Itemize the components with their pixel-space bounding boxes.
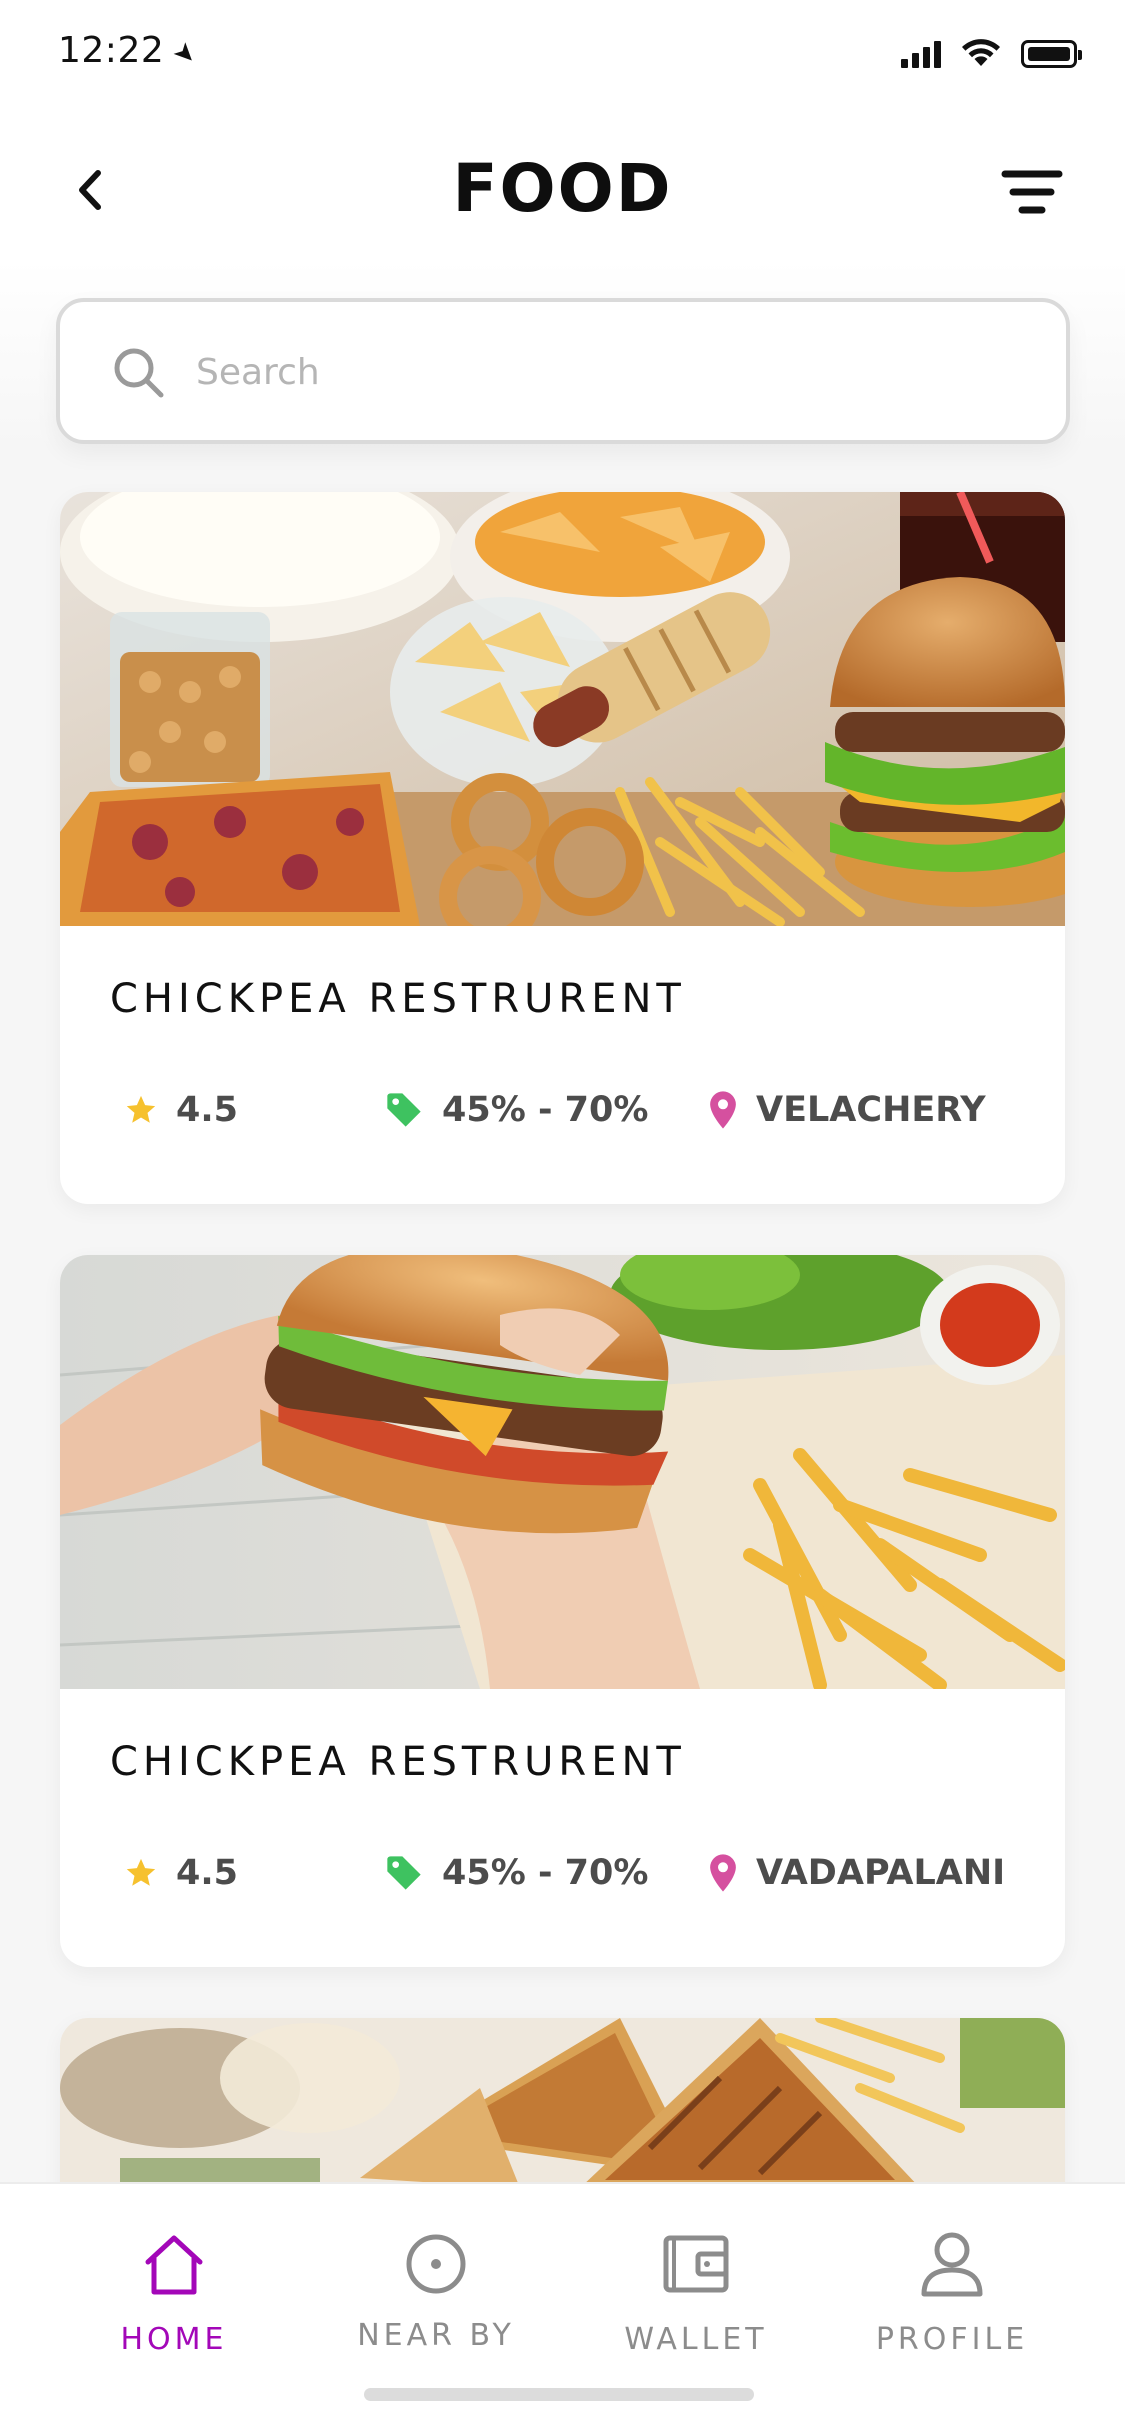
bottom-nav: HOME NEAR BY WALLET PROFILE: [0, 2182, 1125, 2436]
nav-label-profile: PROFILE: [875, 2322, 1029, 2357]
nav-item-profile[interactable]: PROFILE: [842, 2228, 1062, 2378]
nav-item-home[interactable]: HOME: [64, 2228, 284, 2378]
user-icon: [921, 2232, 983, 2297]
restaurant-meta: 4.5 45% - 70% VADAPALANI: [124, 1843, 1024, 1903]
restaurant-name: CHICKPEA RESTRURENT: [110, 976, 686, 1022]
nav-label-home: HOME: [120, 2322, 228, 2357]
discount: 45% - 70%: [384, 1080, 648, 1140]
signal-icon: [901, 40, 941, 68]
star-icon: [126, 1095, 156, 1123]
location-arrow-icon: ➤: [166, 35, 204, 73]
restaurant-name: CHICKPEA RESTRURENT: [110, 1739, 686, 1785]
status-icons: [901, 38, 1082, 68]
location: VELACHERY: [708, 1080, 986, 1140]
target-icon: [406, 2234, 466, 2294]
tag-icon: [387, 1093, 421, 1127]
search-section: [0, 260, 1125, 450]
nav-label-wallet: WALLET: [624, 2322, 768, 2357]
nav-label-near-by: NEAR BY: [357, 2318, 515, 2353]
star-icon: [126, 1858, 156, 1886]
location-pin-icon: [710, 1854, 736, 1892]
location: VADAPALANI: [708, 1843, 1005, 1903]
header: FOOD: [0, 110, 1125, 260]
location-pin-icon: [710, 1091, 736, 1129]
discount: 45% - 70%: [384, 1843, 648, 1903]
status-time: 12:22 ➤: [58, 30, 204, 72]
rating: 4.5: [124, 1843, 238, 1903]
rating-value: 4.5: [176, 1853, 239, 1893]
nav-item-wallet[interactable]: WALLET: [586, 2228, 806, 2378]
search-box[interactable]: [56, 298, 1070, 444]
location-value: VADAPALANI: [756, 1853, 1006, 1893]
restaurant-meta: 4.5 45% - 70% VELACHERY: [124, 1080, 1024, 1140]
page-title: FOOD: [452, 150, 673, 227]
location-value: VELACHERY: [756, 1090, 986, 1130]
fast-food-spread-photo: [60, 492, 1065, 926]
rating: 4.5: [124, 1080, 238, 1140]
search-icon: [114, 348, 164, 398]
wifi-icon: [962, 39, 1000, 66]
filter-icon: [1001, 170, 1063, 214]
tag-icon: [387, 1856, 421, 1890]
search-input[interactable]: [194, 330, 1018, 414]
restaurant-image-burger: [60, 1255, 1065, 1689]
discount-value: 45% - 70%: [442, 1090, 649, 1130]
hands-holding-burger-photo: [60, 1255, 1065, 1689]
discount-value: 45% - 70%: [442, 1853, 649, 1893]
home-indicator: [364, 2388, 754, 2401]
nav-item-near-by[interactable]: NEAR BY: [326, 2228, 546, 2378]
status-bar: 12:22 ➤: [0, 0, 1125, 110]
battery-icon: [1021, 40, 1082, 68]
filter-button[interactable]: [1001, 168, 1063, 218]
wallet-icon: [663, 2235, 729, 2293]
home-icon: [145, 2235, 203, 2295]
status-time-text: 12:22: [58, 30, 165, 71]
restaurant-card[interactable]: CHICKPEA RESTRURENT 4.5 45% - 70% VELACH…: [60, 492, 1065, 1204]
rating-value: 4.5: [176, 1090, 239, 1130]
restaurant-card[interactable]: CHICKPEA RESTRURENT 4.5 45% - 70% VADAPA…: [60, 1255, 1065, 1967]
restaurant-image-fast-food: [60, 492, 1065, 926]
